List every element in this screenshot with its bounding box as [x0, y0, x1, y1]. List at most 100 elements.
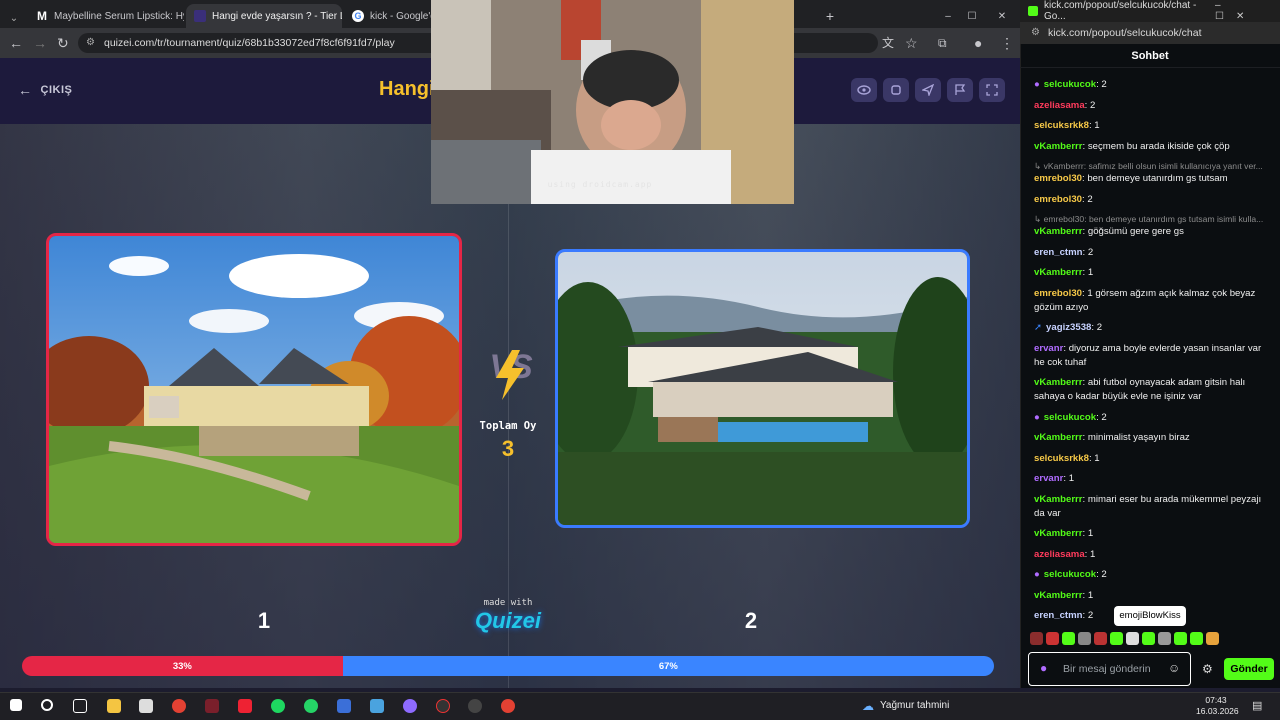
- chat-message-input[interactable]: Bir mesaj gönderin: [1028, 652, 1191, 686]
- emote-icon[interactable]: [1062, 632, 1075, 645]
- quiz-title: Hangi: [379, 78, 435, 100]
- send-button[interactable]: Gönder: [1224, 658, 1274, 680]
- chrome-icon[interactable]: [172, 699, 186, 713]
- bookmark-star-icon[interactable]: ☆: [905, 35, 918, 51]
- task-view-icon[interactable]: [73, 699, 87, 713]
- emote-icon[interactable]: [1190, 632, 1203, 645]
- search-icon[interactable]: [41, 699, 53, 711]
- chat-username[interactable]: eren_ctmn: [1034, 247, 1083, 258]
- reload-icon[interactable]: ↻: [57, 35, 69, 51]
- chat-username[interactable]: vKamberrr: [1034, 141, 1083, 152]
- chat-username[interactable]: vKamberrr: [1034, 226, 1083, 237]
- webcam-overlay: [431, 0, 794, 204]
- new-tab-button[interactable]: +: [820, 4, 840, 28]
- chat-username[interactable]: vKamberrr: [1034, 432, 1083, 443]
- emote-icon[interactable]: [1158, 632, 1171, 645]
- maybelline-m-icon: M: [37, 9, 47, 23]
- eye-icon[interactable]: [851, 78, 877, 102]
- app-icon[interactable]: [436, 699, 450, 713]
- chat-username[interactable]: yagiz3538: [1046, 322, 1091, 333]
- whatsapp-icon[interactable]: [304, 699, 318, 713]
- discord-icon[interactable]: [403, 699, 417, 713]
- store-icon[interactable]: [139, 699, 153, 713]
- chrome-icon[interactable]: [501, 699, 515, 713]
- chat-username[interactable]: selcuksrkk8: [1034, 120, 1089, 131]
- chat-username[interactable]: ervanr: [1034, 473, 1063, 484]
- chat-message: azeliasama: 2: [1034, 99, 1096, 111]
- chat-username[interactable]: vKamberrr: [1034, 494, 1083, 505]
- chat-username[interactable]: selcukucok: [1044, 569, 1096, 580]
- chat-text: 1: [1094, 452, 1100, 464]
- exit-button[interactable]: ← ÇIKIŞ: [18, 82, 72, 98]
- extensions-icon[interactable]: ⧉: [938, 35, 947, 51]
- emote-icon[interactable]: [1110, 632, 1123, 645]
- chat-username[interactable]: vKamberrr: [1034, 267, 1083, 278]
- app-icon[interactable]: [370, 699, 384, 713]
- chat-text: minimalist yaşayın biraz: [1087, 432, 1190, 443]
- chat-username[interactable]: selcukucok: [1044, 79, 1096, 90]
- profile-avatar-icon[interactable]: ●: [974, 35, 982, 51]
- chat-username[interactable]: vKamberrr: [1034, 377, 1083, 388]
- chat-settings-icon[interactable]: ⚙: [1202, 662, 1213, 676]
- option-2-number: 2: [744, 608, 758, 633]
- obs-icon[interactable]: [468, 699, 482, 713]
- tab-search-dropdown[interactable]: ⌄: [4, 6, 24, 30]
- chat-username[interactable]: ervanr: [1034, 343, 1063, 354]
- fullscreen-icon[interactable]: [979, 78, 1005, 102]
- window-close-button[interactable]: ✕: [994, 4, 1010, 28]
- quizei-logo[interactable]: Quizei: [468, 608, 548, 634]
- option-1-image[interactable]: [46, 233, 462, 546]
- maximize-button[interactable]: ☐: [964, 4, 980, 28]
- chat-username[interactable]: selcuksrkk8: [1034, 453, 1089, 464]
- arrow-badge-icon: ➚: [1034, 322, 1043, 333]
- chat-username[interactable]: vKamberrr: [1034, 590, 1083, 601]
- chat-message: vKamberrr: 1: [1034, 589, 1094, 601]
- file-explorer-icon[interactable]: [107, 699, 121, 713]
- tab-quizei[interactable]: Hangi evde yaşarsın ? - Tier Lis ✕: [186, 4, 342, 28]
- window-controls[interactable]: –☐✕: [1215, 0, 1270, 22]
- chat-username[interactable]: emrebol30: [1034, 173, 1082, 184]
- spotify-icon[interactable]: [271, 699, 285, 713]
- share-icon[interactable]: [883, 78, 909, 102]
- chat-username[interactable]: vKamberrr: [1034, 528, 1083, 539]
- windows-start-icon[interactable]: [10, 699, 22, 711]
- chat-username[interactable]: emrebol30: [1034, 194, 1082, 205]
- chat-message: vKamberrr: göğsümü gere gere gs: [1034, 226, 1184, 237]
- site-info-icon[interactable]: ⚙: [1031, 27, 1040, 38]
- emote-icon[interactable]: [1206, 632, 1219, 645]
- option-2-image[interactable]: [555, 249, 970, 528]
- app-icon[interactable]: [238, 699, 252, 713]
- notifications-icon[interactable]: ▤: [1252, 699, 1262, 712]
- weather-label[interactable]: Yağmur tahmini: [880, 700, 949, 711]
- translate-icon[interactable]: 文: [882, 35, 894, 51]
- tab-maybelline[interactable]: M Maybelline Serum Lipstick: Hya ✕: [28, 4, 184, 28]
- emote-icon[interactable]: [1078, 632, 1091, 645]
- chat-text: 1: [1090, 548, 1096, 560]
- total-votes-value: 3: [501, 436, 515, 461]
- minimize-button[interactable]: –: [940, 4, 956, 28]
- app-icon[interactable]: [337, 699, 351, 713]
- chat-address-bar[interactable]: kick.com/popout/selcukucok/chat: [1020, 22, 1280, 44]
- menu-kebab-icon[interactable]: ⋮: [1000, 35, 1014, 51]
- chat-username[interactable]: emrebol30: [1034, 288, 1082, 299]
- emote-icon[interactable]: [1142, 632, 1155, 645]
- chat-username[interactable]: eren_ctmn: [1034, 610, 1083, 621]
- emote-icon[interactable]: [1094, 632, 1107, 645]
- emoji-picker-icon[interactable]: ☺: [1168, 661, 1180, 675]
- site-info-icon[interactable]: ⚙: [86, 37, 95, 48]
- emote-icon[interactable]: [1046, 632, 1059, 645]
- forward-arrow-icon[interactable]: →: [33, 35, 47, 51]
- emote-icon[interactable]: [1030, 632, 1043, 645]
- chat-username[interactable]: azeliasama: [1034, 549, 1085, 560]
- app-icon[interactable]: [205, 699, 219, 713]
- tab-google[interactable]: G kick - Google'da A: [344, 4, 434, 28]
- flag-icon[interactable]: [947, 78, 973, 102]
- emote-icon[interactable]: [1126, 632, 1139, 645]
- chat-username[interactable]: azeliasama: [1034, 100, 1085, 111]
- back-arrow-icon[interactable]: ←: [9, 35, 23, 51]
- emote-icon[interactable]: [1174, 632, 1187, 645]
- send-icon[interactable]: [915, 78, 941, 102]
- taskbar-clock[interactable]: 07:43 16.03.2026: [1196, 695, 1239, 717]
- mic-icon: ●: [1040, 661, 1048, 675]
- chat-username[interactable]: selcukucok: [1044, 412, 1096, 423]
